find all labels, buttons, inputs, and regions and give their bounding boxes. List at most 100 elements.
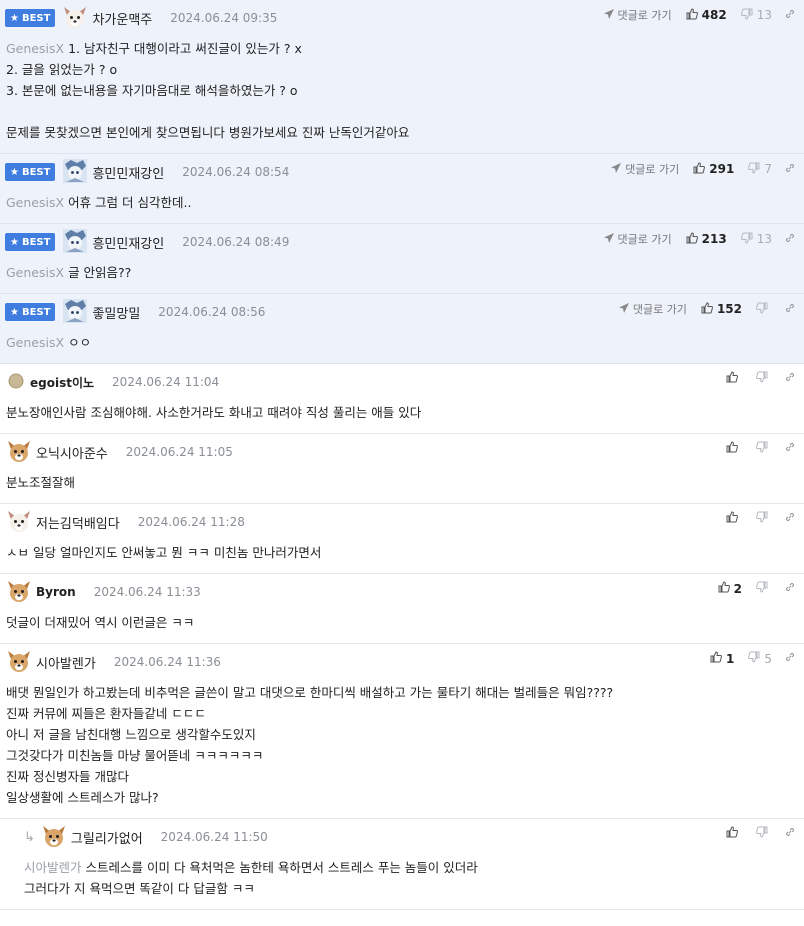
mention[interactable]: GenesisX [6,335,64,350]
dislike-button[interactable] [756,511,772,526]
comment-body: GenesisX 1. 남자친구 대행이라고 써진글이 있는가 ? x 2. 글을 … [6,30,794,153]
mention[interactable]: GenesisX [6,41,64,56]
nickname[interactable]: 차가운맥주 [92,9,152,28]
go-to-reply-link[interactable]: 댓글로 가기 [618,301,687,317]
nickname[interactable]: 흥민민재강인 [92,233,164,252]
like-button[interactable]: 2 [718,581,742,596]
dislike-count: 13 [756,232,772,246]
link-icon[interactable] [784,8,796,23]
comment-text: 덧글이 더재밌어 역시 이런글은 ㅋㅋ [6,615,195,630]
dislike-button[interactable]: 13 [740,8,772,23]
dislike-button[interactable] [756,581,772,596]
best-comment: ★ BEST 흥민민재강인 2024.06.24 08:49 댓글로 가기 213 13 Ge… [0,224,804,294]
dislike-count: 13 [756,8,772,22]
link-icon[interactable] [784,581,796,596]
link-icon[interactable] [784,232,796,247]
go-to-reply-label: 댓글로 가기 [625,163,680,176]
avatar[interactable] [62,298,88,327]
thumbs-up-icon [726,511,738,526]
link-icon[interactable] [784,162,796,177]
dislike-button[interactable] [756,302,772,317]
comment-line: 3. 본문에 없는내용을 자기마음대로 해석을하였는가 ? o [6,80,794,101]
avatar[interactable] [6,648,32,677]
avatar[interactable] [41,823,67,852]
avatar[interactable] [62,158,88,187]
like-button[interactable]: 482 [686,7,727,23]
comment-text: 진짜 정신병자들 개많다 [6,769,129,784]
like-count: 482 [701,8,727,22]
avatar[interactable] [62,4,88,33]
like-count: 213 [701,232,727,246]
comment-line: 2. 글을 읽었는가 ? o [6,59,794,80]
thumbs-down-icon [748,651,760,666]
avatar[interactable] [6,508,32,537]
comment-list: ★ BEST 차가운맥주 2024.06.24 09:35 댓글로 가기 482 13 Gen… [0,0,804,910]
link-icon[interactable] [784,371,796,386]
link-icon[interactable] [784,651,796,666]
comment-line: 배댓 뭔일인가 하고봤는데 비추먹은 글쓴이 말고 대댓으로 한마디씩 배설하고… [6,682,794,703]
go-to-reply-link[interactable]: 댓글로 가기 [610,161,679,177]
like-button[interactable]: 213 [686,231,727,247]
mention[interactable]: GenesisX [6,265,64,280]
dislike-button[interactable] [756,371,772,386]
comment-text: 문제를 못찾겠으면 본인에게 찾으면됩니다 병원가보세요 진짜 난독인거같아요 [6,125,410,140]
comment-actions: 댓글로 가기 291 7 [610,161,796,177]
nickname[interactable]: egoist이노 [30,374,94,391]
like-button[interactable] [726,371,742,386]
like-button[interactable] [726,441,742,456]
avatar[interactable] [6,438,32,467]
comment-line: 진짜 커뮤에 찌들은 환자들같네 ㄷㄷㄷ [6,703,794,724]
comment-date: 2024.06.24 11:04 [112,375,220,389]
dislike-button[interactable]: 13 [740,232,772,247]
like-button[interactable]: 291 [693,161,735,177]
comment-line: 덧글이 더재밌어 역시 이런글은 ㅋㅋ [6,612,794,633]
nickname[interactable]: Byron [36,585,76,599]
comment-text: ㅅㅂ 일당 얼마인지도 안써놓고 뭔 ㅋㅋ 미친놈 만나러가면서 [6,545,322,560]
comment-text: 그것갖다가 미친놈들 마냥 물어뜯네 ㅋㅋㅋㅋㅋㅋ [6,748,264,763]
nickname[interactable]: 좋밀망밀 [92,303,140,322]
best-label: BEST [21,306,51,318]
nickname[interactable]: 흥민민재강인 [92,163,164,182]
thumbs-down-icon [756,826,768,841]
star-icon: ★ [10,236,19,248]
dislike-button[interactable]: 7 [748,162,772,177]
avatar[interactable] [6,578,32,607]
comment-line: GenesisX ㅇㅇ [6,332,794,353]
like-count: 291 [709,162,735,176]
nickname[interactable]: 시아발렌가 [36,653,96,672]
go-to-reply-link[interactable]: 댓글로 가기 [603,7,672,23]
comment-date: 2024.06.24 11:05 [125,445,233,459]
reply-comment: ↳ 그릴리가없어 2024.06.24 11:50 시아발렌가 스트레스를 이미 다 욕… [0,819,804,910]
dislike-button[interactable] [756,826,772,841]
nickname[interactable]: 그릴리가없어 [71,828,143,847]
thumbs-up-icon [710,651,722,666]
link-icon[interactable] [784,511,796,526]
comment-line: 그것갖다가 미친놈들 마냥 물어뜯네 ㅋㅋㅋㅋㅋㅋ [6,745,794,766]
like-button[interactable] [726,511,742,526]
link-icon[interactable] [784,826,796,841]
dislike-button[interactable] [756,441,772,456]
avatar[interactable] [62,228,88,257]
like-button[interactable]: 152 [701,301,742,317]
comment-body: GenesisX 어휴 그럼 더 심각한데.. [6,184,794,223]
star-icon: ★ [10,12,19,24]
link-icon[interactable] [784,441,796,456]
mention[interactable]: 시아발렌가 [24,860,82,875]
dislike-button[interactable]: 5 [748,651,772,666]
comment-text: 1. 남자친구 대행이라고 써진글이 있는가 ? x [68,41,302,56]
comment-date: 2024.06.24 08:56 [158,305,266,319]
avatar[interactable] [6,371,26,394]
comment: egoist이노 2024.06.24 11:04 분노장애인사람 조심해야해. 사… [0,364,804,434]
go-to-reply-link[interactable]: 댓글로 가기 [603,231,672,247]
nickname[interactable]: 저는김덕배임다 [36,513,120,532]
comment-text: 분노장애인사람 조심해야해. 사소한거라도 화내고 때려야 직성 풀리는 애들 … [6,405,422,420]
like-button[interactable] [726,826,742,841]
comment: 저는김덕배임다 2024.06.24 11:28 ㅅㅂ 일당 얼마인지도 안써놓고 … [0,504,804,574]
link-icon[interactable] [784,302,796,317]
thumbs-up-icon [686,231,698,247]
comment-header: 오닉시아준수 2024.06.24 11:05 [6,440,794,464]
mention[interactable]: GenesisX [6,195,64,210]
best-label: BEST [21,236,51,248]
like-button[interactable]: 1 [710,651,734,666]
nickname[interactable]: 오닉시아준수 [36,443,108,462]
